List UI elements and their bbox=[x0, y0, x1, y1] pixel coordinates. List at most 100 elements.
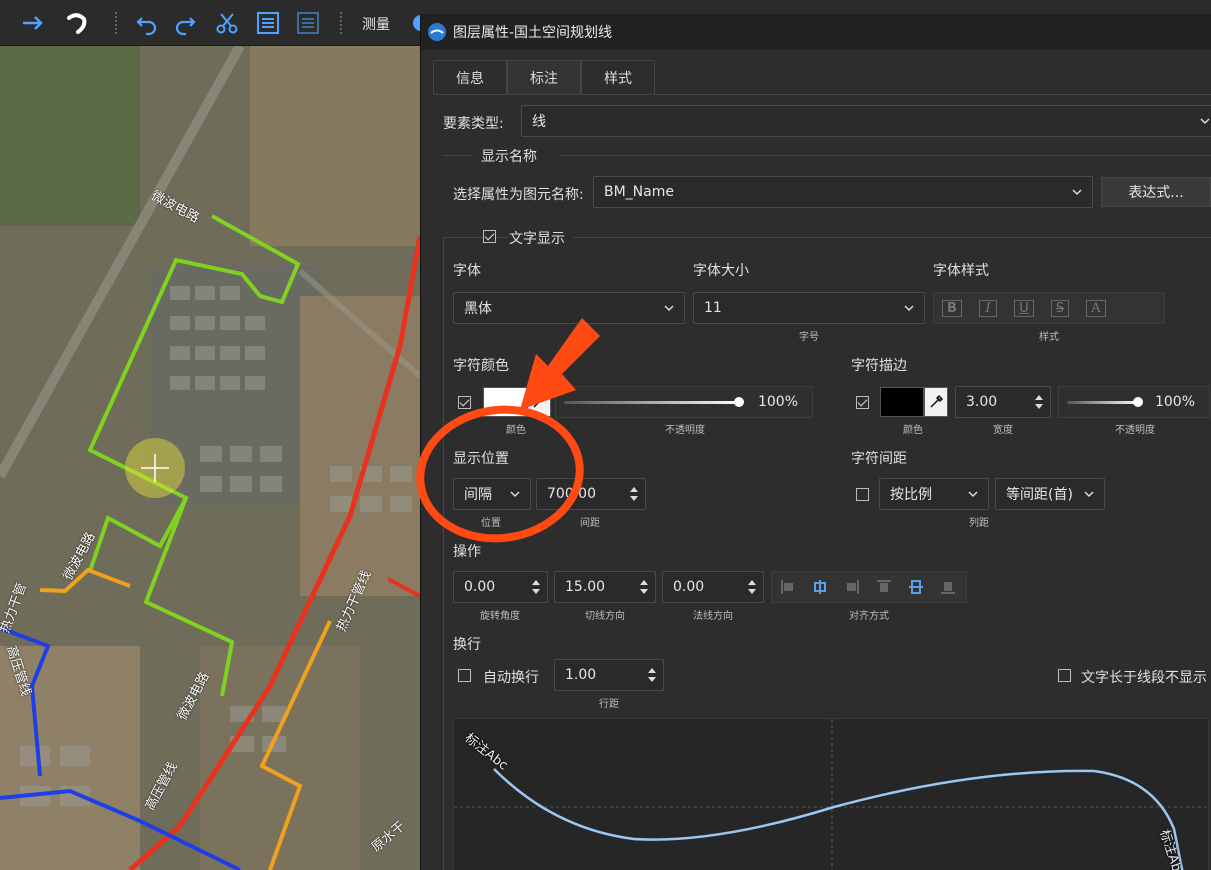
auto-wrap-label: 自动换行 bbox=[483, 670, 539, 686]
line-spacing-sub: 行距 bbox=[599, 699, 619, 710]
equal-spacing-select[interactable]: 等间距(首) bbox=[995, 478, 1105, 510]
char-color-label: 字符颜色 bbox=[453, 358, 509, 374]
hide-long-label: 文字长于线段不显示 bbox=[1081, 670, 1207, 686]
font-value: 黑体 bbox=[464, 301, 492, 317]
hide-long-checkbox[interactable] bbox=[1058, 669, 1071, 682]
stroke-color-swatch[interactable] bbox=[880, 387, 924, 417]
tab-annotation[interactable]: 标注 bbox=[507, 60, 581, 94]
font-style-label: 字体样式 bbox=[933, 263, 989, 279]
char-color-checkbox[interactable] bbox=[458, 396, 471, 409]
text-display-checkbox[interactable] bbox=[483, 230, 496, 243]
expression-button[interactable]: 表达式... bbox=[1101, 177, 1211, 207]
eyedropper-icon[interactable] bbox=[924, 387, 948, 417]
toolbar-separator bbox=[115, 12, 117, 34]
display-name-group-title: 显示名称 bbox=[481, 149, 537, 165]
dialog-title: 图层属性-国土空间规划线 bbox=[453, 25, 613, 41]
toolbar-separator bbox=[340, 12, 342, 34]
stroke-opacity-slider[interactable]: 100% bbox=[1058, 386, 1210, 418]
stroke-width-spinbox[interactable]: 3.00 bbox=[955, 386, 1051, 418]
equal-spacing-value: 等间距(首) bbox=[1006, 487, 1073, 503]
bold-icon[interactable]: B bbox=[934, 293, 970, 323]
font-style-sub: 样式 bbox=[1039, 332, 1059, 343]
normal-value: 0.00 bbox=[673, 579, 705, 595]
chevron-down-icon bbox=[968, 491, 978, 498]
stroke-width-sub: 宽度 bbox=[993, 425, 1013, 436]
map-view[interactable]: 微波电路 微波电路 微波电路 热力干管 热力干管线 高压管线 高压管线 原水干 bbox=[0, 46, 420, 870]
align-center-icon[interactable] bbox=[804, 572, 836, 602]
element-type-label: 要素类型: bbox=[443, 116, 504, 132]
italic-icon[interactable]: I bbox=[970, 293, 1006, 323]
position-sub: 位置 bbox=[481, 518, 501, 529]
chevron-down-icon bbox=[664, 305, 674, 312]
chevron-down-icon bbox=[1200, 118, 1210, 125]
wrap-label: 换行 bbox=[453, 637, 481, 653]
align-middle-icon[interactable] bbox=[900, 572, 932, 602]
tab-info[interactable]: 信息 bbox=[433, 60, 507, 94]
line-spacing-spinbox[interactable]: 1.00 bbox=[554, 659, 664, 691]
scissors-icon[interactable] bbox=[212, 8, 242, 38]
layer-properties-dialog: 图层属性-国土空间规划线 信息 标注 样式 要素类型: 线 显示名称 选择属性为… bbox=[420, 14, 1211, 870]
spinner-arrows-icon[interactable] bbox=[1034, 392, 1044, 412]
font-outline-icon[interactable]: A bbox=[1078, 293, 1114, 323]
arrow-right-icon[interactable] bbox=[18, 8, 48, 38]
alignment-toolbar bbox=[771, 571, 967, 603]
font-label: 字体 bbox=[453, 263, 481, 279]
position-select[interactable]: 间隔 bbox=[453, 478, 531, 510]
char-stroke-label: 字符描边 bbox=[851, 358, 907, 374]
align-top-icon[interactable] bbox=[868, 572, 900, 602]
list-icon[interactable] bbox=[253, 8, 283, 38]
eyedropper-icon[interactable] bbox=[527, 387, 551, 417]
rotation-spinbox[interactable]: 0.00 bbox=[453, 571, 548, 603]
char-opacity-slider[interactable]: 100% bbox=[555, 386, 813, 418]
underline-icon[interactable]: U bbox=[1006, 293, 1042, 323]
spacing-spinbox[interactable]: 700.00 bbox=[536, 478, 646, 510]
select-attr-label: 选择属性为图元名称: bbox=[453, 187, 584, 203]
tangent-spinbox[interactable]: 15.00 bbox=[554, 571, 656, 603]
undo-icon[interactable] bbox=[132, 8, 162, 38]
spinner-arrows-icon[interactable] bbox=[629, 484, 639, 504]
name-attribute-value: BM_Name bbox=[604, 184, 674, 200]
ratio-select[interactable]: 按比例 bbox=[879, 478, 989, 510]
chevron-down-icon bbox=[510, 491, 520, 498]
spinner-arrows-icon[interactable] bbox=[639, 577, 649, 597]
rotation-sub: 旋转角度 bbox=[480, 611, 520, 622]
char-opacity-sub: 不透明度 bbox=[665, 425, 705, 436]
spinner-arrows-icon[interactable] bbox=[531, 577, 541, 597]
name-attribute-select[interactable]: BM_Name bbox=[593, 176, 1093, 208]
spacing-sub: 间距 bbox=[580, 518, 600, 529]
slider-knob[interactable] bbox=[1133, 397, 1143, 407]
tab-style[interactable]: 样式 bbox=[581, 60, 655, 94]
redo-icon[interactable] bbox=[170, 8, 200, 38]
tab-bar: 信息 标注 样式 bbox=[433, 60, 655, 94]
column-spacing-sub: 列距 bbox=[969, 518, 989, 529]
spinner-arrows-icon[interactable] bbox=[747, 577, 757, 597]
stroke-width-value: 3.00 bbox=[966, 394, 998, 410]
char-color-swatch[interactable] bbox=[483, 387, 527, 417]
stroke-color-sub: 颜色 bbox=[903, 425, 923, 436]
normal-sub: 法线方向 bbox=[693, 611, 733, 622]
spacing-value: 700.00 bbox=[547, 486, 596, 502]
spinner-arrows-icon[interactable] bbox=[647, 665, 657, 685]
label-preview: 标注Abc 标注Abc bbox=[453, 718, 1209, 870]
align-right-icon[interactable] bbox=[836, 572, 868, 602]
dialog-titlebar[interactable]: 图层属性-国土空间规划线 bbox=[421, 14, 1211, 50]
char-stroke-checkbox[interactable] bbox=[856, 396, 869, 409]
pan-hand-icon[interactable] bbox=[62, 8, 92, 38]
char-opacity-value: 100% bbox=[757, 394, 798, 410]
text-display-label: 文字显示 bbox=[509, 228, 573, 248]
align-left-icon[interactable] bbox=[772, 572, 804, 602]
font-select[interactable]: 黑体 bbox=[453, 292, 685, 324]
element-type-select[interactable]: 线 bbox=[521, 105, 1211, 137]
strikethrough-icon[interactable]: S bbox=[1042, 293, 1078, 323]
font-size-select[interactable]: 11 bbox=[693, 292, 925, 324]
display-position-label: 显示位置 bbox=[453, 451, 509, 467]
list-disabled-icon[interactable] bbox=[293, 8, 323, 38]
slider-knob[interactable] bbox=[734, 397, 744, 407]
map-canvas bbox=[0, 46, 420, 870]
measure-button[interactable]: 测量 bbox=[362, 14, 390, 34]
auto-wrap-checkbox[interactable] bbox=[458, 669, 471, 682]
font-size-value: 11 bbox=[704, 300, 722, 316]
normal-spinbox[interactable]: 0.00 bbox=[662, 571, 764, 603]
char-spacing-checkbox[interactable] bbox=[856, 488, 869, 501]
align-bottom-icon[interactable] bbox=[932, 572, 964, 602]
